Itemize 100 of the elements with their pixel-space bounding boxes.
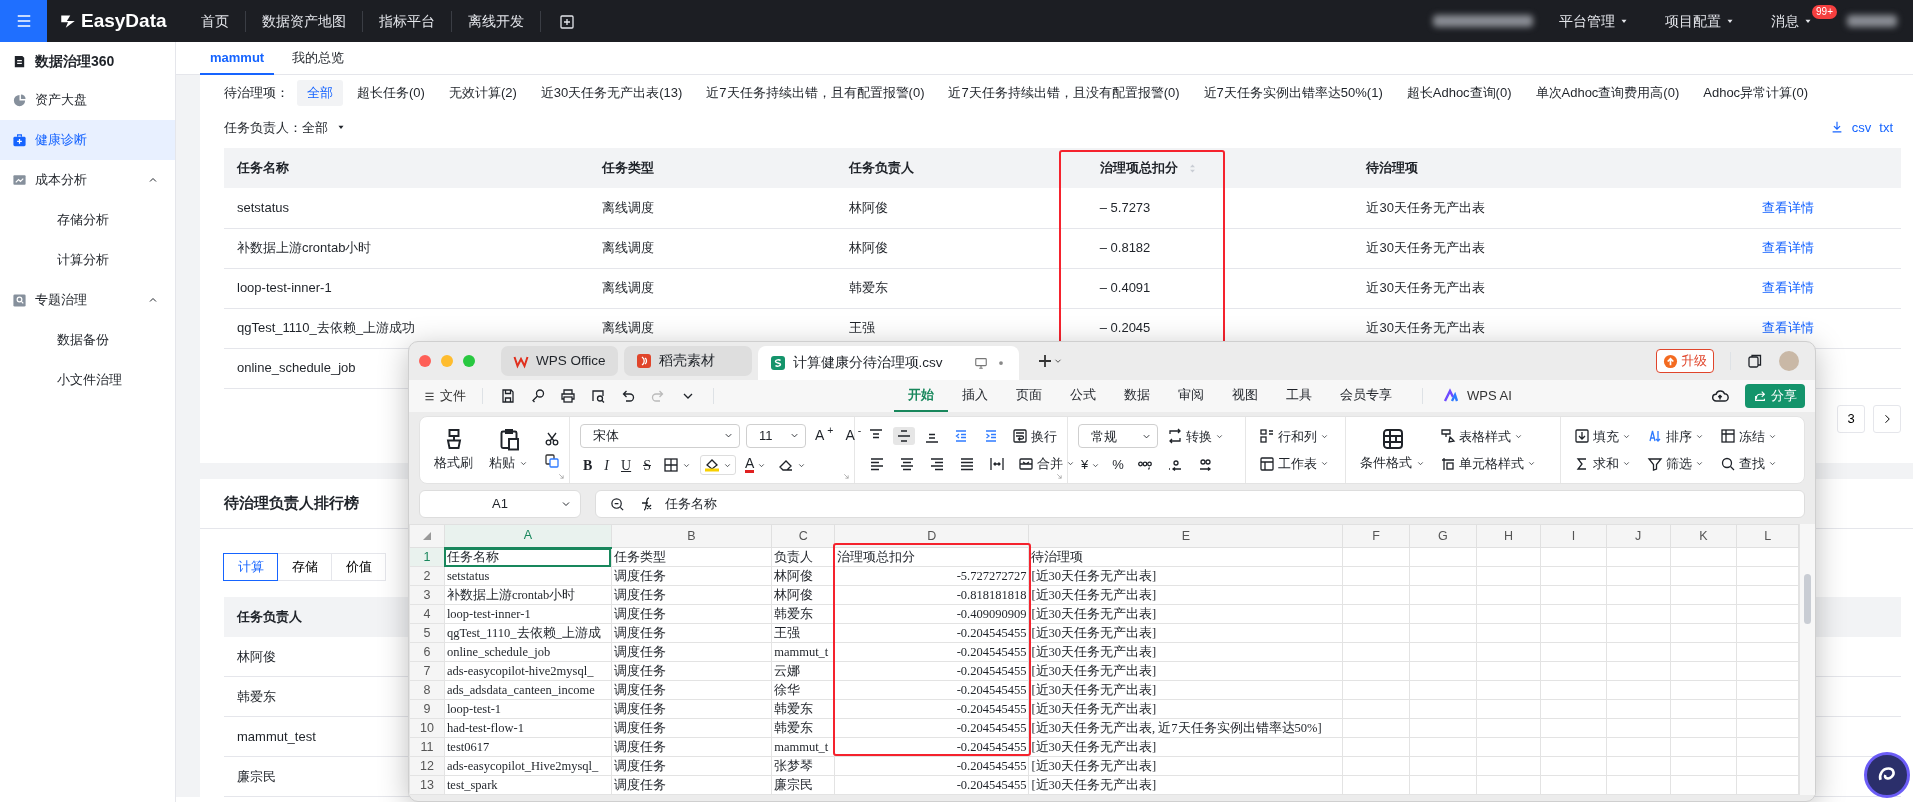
currency-button[interactable]: ¥ [1078,454,1104,476]
align-right-icon[interactable] [929,455,945,472]
column-header[interactable]: D [834,524,1029,548]
column-header[interactable]: E [1028,524,1343,548]
filter-option[interactable]: 近7天任务持续出错，且有配置报警(0) [696,80,935,106]
share-button[interactable]: 分享 [1745,384,1805,408]
ribbon-tab[interactable]: 工具 [1272,380,1326,412]
segment-tab[interactable]: 计算 [223,552,278,581]
menu-button[interactable] [0,0,47,42]
page-button[interactable]: 3 [1837,404,1865,433]
name-box[interactable]: A1 [419,490,581,518]
wrap-text-button[interactable]: 换行 [1009,425,1060,447]
indent-icon[interactable] [983,428,999,445]
scissors-icon[interactable] [544,431,560,447]
column-header[interactable]: 治理项总扣分 [1099,158,1178,178]
sidebar-item[interactable]: 成本分析 [0,160,175,200]
pin-icon[interactable] [530,388,546,404]
convert-button[interactable]: 转换 [1164,425,1227,447]
conditional-format-button[interactable]: 条件格式 [1356,427,1429,473]
segment-tab[interactable]: 存储 [277,552,332,581]
filter-option[interactable]: 超长任务(0) [347,80,435,106]
view-details-link[interactable]: 查看详情 [1762,240,1815,256]
close-button[interactable] [419,355,431,367]
download-link[interactable]: txt [1879,117,1893,137]
ribbon-tab[interactable]: 会员专享 [1326,380,1406,412]
select-all-icon[interactable] [422,532,431,541]
ribbon-button[interactable]: 筛选 [1644,453,1707,475]
nav-link[interactable]: 数据资产地图 [244,10,362,32]
tab[interactable]: 我的总览 [282,42,355,75]
window-tab[interactable]: 计算健康分待治理项.csv [757,346,1019,380]
column-header[interactable]: C [771,524,835,548]
filter-option[interactable]: 近7天任务持续出错，且没有配置报警(0) [938,80,1190,106]
copy-icon[interactable] [544,453,560,469]
top-menu[interactable]: 项目配置 [1655,10,1745,32]
fill-color-button[interactable] [699,455,736,475]
window-tab[interactable]: 稻壳素材 [623,346,752,376]
ribbon-button[interactable]: 查找 [1717,453,1780,475]
add-icon[interactable] [558,13,575,30]
sidebar-item[interactable]: 存储分析 [0,200,175,240]
ribbon-tab[interactable]: 数据 [1110,380,1164,412]
filter-option[interactable]: 近7天任务实例出错率达50%(1) [1193,80,1393,106]
top-menu[interactable]: 平台管理 [1549,10,1639,32]
sidebar-item[interactable]: 计算分析 [0,240,175,280]
file-menu[interactable]: 文件 [419,386,470,406]
column-header[interactable]: F [1342,524,1410,548]
sidebar-item[interactable]: 小文件治理 [0,360,175,400]
underline-button[interactable]: U [618,453,635,477]
italic-button[interactable]: I [601,453,612,477]
align-button[interactable] [893,427,915,446]
grow-font-button[interactable]: A$^{+}$ [812,424,837,447]
window-tab[interactable]: WPS Office [501,346,618,376]
nav-link[interactable]: 离线开发 [450,10,540,32]
ribbon-tab[interactable]: 审阅 [1164,380,1218,412]
worksheet-button[interactable]: 工作表 [1256,453,1332,475]
column-header[interactable]: B [611,524,772,548]
print-icon[interactable] [560,388,576,404]
scrollbar[interactable] [1799,524,1815,795]
upgrade-button[interactable]: 升级 [1656,349,1714,373]
sidebar-item[interactable]: 数据备份 [0,320,175,360]
segment-tab[interactable]: 价值 [331,552,386,581]
ribbon-tab[interactable]: 页面 [1002,380,1056,412]
distribute-icon[interactable] [989,455,1005,472]
filter-option[interactable]: 无效计算(2) [438,80,527,106]
ribbon-button[interactable]: 求和 [1571,453,1634,475]
ribbon-tab[interactable]: 插入 [948,380,1002,412]
column-header[interactable]: L [1736,524,1799,548]
align-center-icon[interactable] [899,455,915,472]
column-header[interactable]: J [1606,524,1671,548]
view-details-link[interactable]: 查看详情 [1762,320,1815,336]
print-preview-icon[interactable] [590,388,606,404]
sidebar-item[interactable]: 专题治理 [0,280,175,320]
view-details-link[interactable]: 查看详情 [1762,280,1815,296]
ribbon-button[interactable]: 填充 [1571,425,1634,447]
ribbon-tab[interactable]: 视图 [1218,380,1272,412]
number-format-select[interactable]: 常规 [1078,424,1158,449]
format-painter-button[interactable]: 格式刷 [430,427,477,473]
strikethrough-button[interactable]: S [640,453,654,477]
ai-button[interactable]: WPS AI [1439,386,1516,406]
ribbon-tab[interactable]: 公式 [1056,380,1110,412]
owner-dropdown[interactable]: 全部 [302,114,346,140]
save-icon[interactable] [500,388,516,404]
cloud-upload-icon[interactable] [1711,387,1729,405]
scrollbar-thumb[interactable] [1804,574,1811,624]
nav-link[interactable]: 首页 [184,10,245,32]
filter-option[interactable]: 全部 [297,80,343,106]
nav-link[interactable]: 指标平台 [361,10,451,32]
sidebar-item[interactable]: 资产大盘 [0,80,175,120]
column-header[interactable]: A [444,524,612,548]
font-color-button[interactable]: A [741,456,770,474]
justify-icon[interactable] [959,455,975,472]
sidebar-item[interactable]: 健康诊断 [0,120,175,160]
shrink-font-button[interactable]: A$^{-}$ [842,424,865,447]
outdent-icon[interactable] [953,428,969,445]
font-select[interactable]: 宋体 [580,423,740,448]
font-size-select[interactable]: 11 [746,423,806,448]
decrease-decimal-icon[interactable] [1166,457,1183,473]
percent-button[interactable]: % [1109,454,1127,476]
ribbon-button[interactable]: 排序 [1644,425,1707,447]
rows-columns-button[interactable]: 行和列 [1256,425,1332,447]
table-style-button[interactable]: 表格样式 [1437,425,1539,447]
